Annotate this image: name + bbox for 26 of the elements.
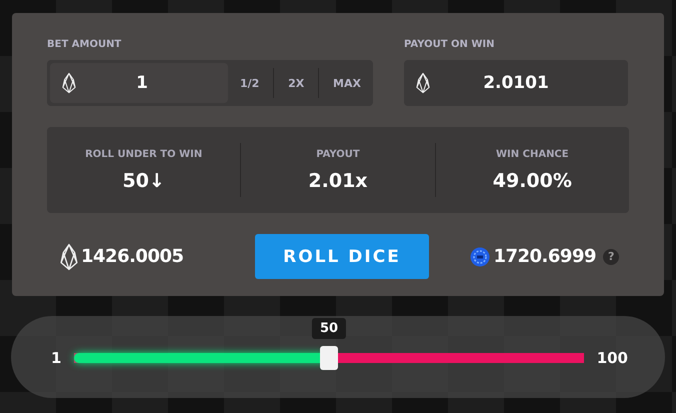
slider-min-label: 1 — [51, 348, 62, 368]
payout-on-win-field: 2.0101 — [404, 60, 628, 106]
stat-label: WIN CHANCE — [495, 148, 570, 160]
eos-icon — [416, 72, 430, 94]
bet-amount-control[interactable]: 1 1/2 2X MAX — [47, 60, 373, 106]
slider-track[interactable]: 50 — [74, 318, 584, 370]
help-icon[interactable]: ? — [603, 248, 619, 264]
token-icon — [470, 246, 490, 266]
eos-icon — [62, 72, 76, 94]
stat-value: 2.01x — [307, 170, 369, 192]
eos-icon — [60, 242, 78, 270]
payout-on-win-label: PAYOUT ON WIN — [404, 39, 496, 50]
stat-value: 50↓ — [121, 170, 166, 192]
eos-balance: 1426.0005 — [81, 246, 184, 267]
token-balance: 1720.6999 — [493, 246, 596, 267]
bet-adjust-button[interactable]: MAX — [323, 67, 371, 99]
bet-adjust-button[interactable]: 1/2 — [230, 67, 270, 99]
slider-thumb[interactable] — [320, 346, 338, 370]
stat-value: 49.00% — [492, 170, 573, 192]
bet-amount-label: BET AMOUNT — [47, 39, 122, 50]
stat-label: PAYOUT — [315, 148, 361, 160]
slider-max-label: 100 — [596, 348, 628, 368]
roll-dice-button[interactable]: ROLL DICE — [255, 234, 429, 279]
slider-tooltip: 50 — [312, 318, 346, 339]
stat-label: ROLL UNDER TO WIN — [84, 148, 204, 160]
bet-adjust-button[interactable]: 2X — [278, 67, 314, 99]
